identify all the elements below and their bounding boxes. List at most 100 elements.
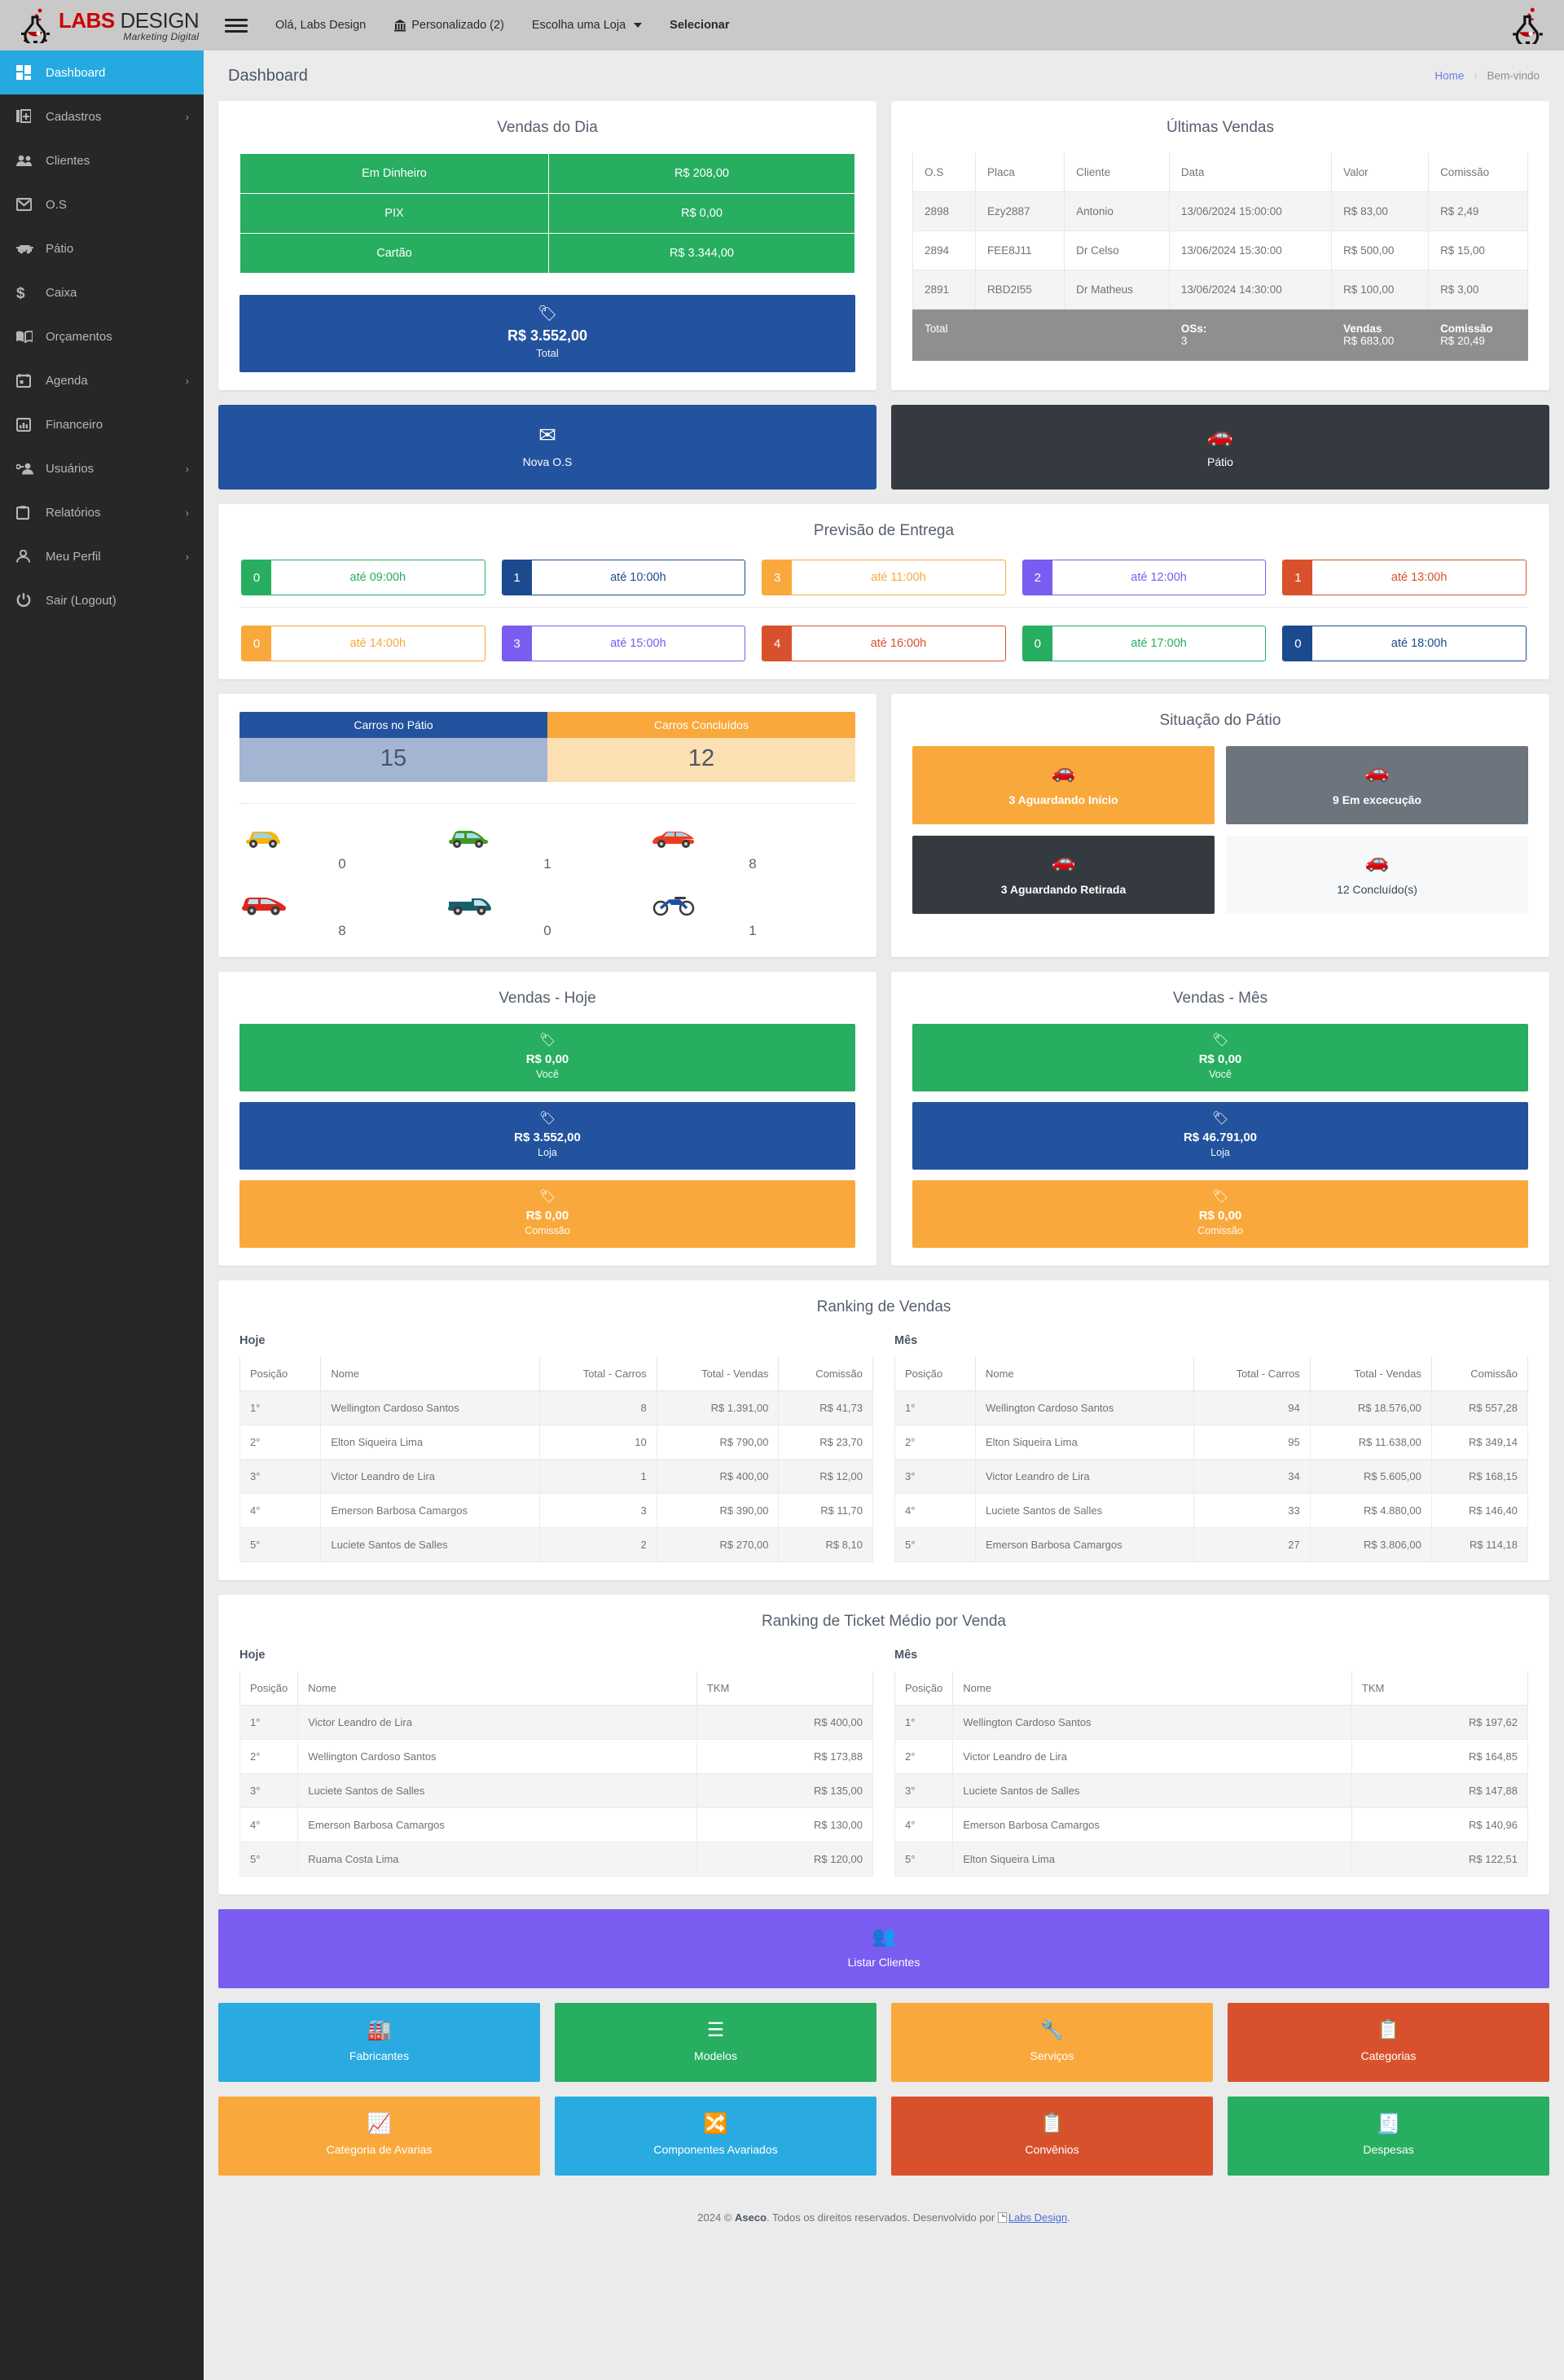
tile-convenios[interactable]: 📋 Convênios	[891, 2097, 1213, 2176]
vendas-dia-total-label: Total	[536, 347, 559, 359]
situacao-concluidos[interactable]: 🚗 12 Concluído(s)	[1226, 836, 1528, 914]
previsao-slot[interactable]: 0 até 17:00h	[1021, 626, 1267, 661]
sidebar-item-caixa[interactable]: $ Caixa	[0, 270, 204, 314]
shuffle-icon: 🔀	[703, 2113, 728, 2135]
listar-clientes-button[interactable]: 👥 Listar Clientes	[218, 1909, 1549, 1988]
tile-fabricantes[interactable]: 🏭 Fabricantes	[218, 2003, 540, 2082]
cell-carros: 94	[1193, 1390, 1311, 1425]
cell-posicao: 4°	[239, 1493, 322, 1528]
vehicle-count: 1	[749, 923, 757, 938]
cell-placa: FEE8J11	[974, 231, 1065, 270]
tile-modelos[interactable]: ☰ Modelos	[555, 2003, 876, 2082]
cell-nome: Luciete Santos de Salles	[952, 1773, 1352, 1808]
tile-servicos[interactable]: 🔧 Serviços	[891, 2003, 1213, 2082]
personalizado-button[interactable]: Personalizado (2)	[393, 19, 504, 32]
situacao-aguardando-retirada[interactable]: 🚗 3 Aguardando Retirada	[912, 836, 1215, 914]
dashboard-page: LABS DESIGN Marketing Digital Olá, Labs …	[0, 0, 1564, 2380]
selecionar-button[interactable]: Selecionar	[670, 19, 729, 32]
table-row: 2° Elton Siqueira Lima 95 R$ 11.638,00 R$ 34…	[894, 1425, 1529, 1460]
sidebar-item-cadastros[interactable]: Cadastros ›	[0, 94, 204, 138]
cell-nome: Luciete Santos de Salles	[320, 1527, 541, 1562]
patio-button[interactable]: 🚗 Pátio	[891, 405, 1549, 490]
sidebar-item-label: Relatórios	[46, 505, 101, 520]
total-vendas-label: Vendas	[1343, 323, 1382, 335]
previsao-slot[interactable]: 0 até 18:00h	[1282, 626, 1527, 661]
vehicle-item: 0	[445, 890, 650, 939]
sidebar-item-meu-perfil[interactable]: Meu Perfil ›	[0, 534, 204, 578]
tile-label: Modelos	[694, 2049, 737, 2062]
cell-posicao: 3°	[894, 1773, 954, 1808]
footer-dev-link[interactable]: Labs Design	[1008, 2211, 1067, 2224]
breadcrumb-separator: ›	[1474, 69, 1478, 82]
table-row: 5° Elton Siqueira Lima R$ 122,51	[894, 1842, 1529, 1877]
sidebar-item-clientes[interactable]: Clientes	[0, 138, 204, 182]
flask-avatar-icon[interactable]	[1510, 7, 1546, 44]
previsao-count: 3	[502, 626, 532, 661]
tile-categoria-avarias[interactable]: 📈 Categoria de Avarias	[218, 2097, 540, 2176]
tile-label: Despesas	[1363, 2143, 1414, 2156]
sidebar-item-relatorios[interactable]: Relatórios ›	[0, 490, 204, 534]
store-select[interactable]: Escolha uma Loja	[532, 19, 643, 32]
tile-componentes-avariados[interactable]: 🔀 Componentes Avariados	[555, 2097, 876, 2176]
table-header-row: Posição Nome TKM	[894, 1671, 1529, 1706]
sidebar-item-usuarios[interactable]: Usuários ›	[0, 446, 204, 490]
previsao-slot[interactable]: 1 até 10:00h	[501, 560, 746, 595]
hamburger-icon[interactable]	[225, 15, 248, 36]
copy-plus-icon	[16, 109, 41, 124]
top-nav: Olá, Labs Design Personalizado (2) Escol…	[275, 19, 730, 32]
previsao-slot[interactable]: 0 até 14:00h	[241, 626, 485, 661]
cell-vendas: R$ 4.880,00	[1309, 1493, 1432, 1528]
previsao-slot[interactable]: 4 até 16:00h	[762, 626, 1006, 661]
sidebar-item-agenda[interactable]: Agenda ›	[0, 358, 204, 402]
cell-nome: Ruama Costa Lima	[297, 1842, 697, 1877]
patio-label: Pátio	[1207, 455, 1233, 468]
previsao-slot[interactable]: 2 até 12:00h	[1021, 560, 1267, 595]
situacao-em-execucao[interactable]: 🚗 9 Em excecução	[1226, 746, 1528, 824]
cell-comissao: R$ 23,70	[778, 1425, 873, 1460]
sidebar-item-financeiro[interactable]: Financeiro	[0, 402, 204, 446]
sidebar-item-patio[interactable]: Pátio	[0, 226, 204, 270]
brand-logo[interactable]: LABS DESIGN Marketing Digital	[0, 0, 204, 50]
table-row: 4° Emerson Barbosa Camargos 3 R$ 390,00 R$ 1…	[239, 1493, 873, 1528]
total-os-value: 3	[1180, 335, 1188, 347]
situacao-label: 12 Concluído(s)	[1337, 883, 1417, 896]
previsao-slot[interactable]: 0 até 09:00h	[241, 560, 485, 595]
cell-nome: Emerson Barbosa Camargos	[320, 1493, 541, 1528]
cell-tkm: R$ 140,96	[1351, 1807, 1529, 1842]
tile-label: Componentes Avariados	[653, 2143, 778, 2156]
sidebar-item-dashboard[interactable]: Dashboard	[0, 50, 204, 94]
nova-os-button[interactable]: ✉ Nova O.S	[218, 405, 876, 490]
sidebar: Dashboard Cadastros › Clientes O.S Pátio	[0, 50, 204, 2380]
cell-comissao: R$ 15,00	[1428, 231, 1528, 270]
cell-vendas: R$ 18.576,00	[1309, 1390, 1432, 1425]
cell-nome: Emerson Barbosa Camargos	[952, 1807, 1352, 1842]
previsao-slot[interactable]: 3 até 11:00h	[762, 560, 1006, 595]
tile-despesas[interactable]: 🧾 Despesas	[1228, 2097, 1549, 2176]
previsao-slot[interactable]: 3 até 15:00h	[501, 626, 746, 661]
vendas-dia-title: Vendas do Dia	[497, 119, 598, 136]
col-data: Data	[1168, 153, 1333, 192]
previsao-slot[interactable]: 1 até 13:00h	[1282, 560, 1527, 595]
cell-nome: Elton Siqueira Lima	[952, 1842, 1352, 1877]
sidebar-item-orcamentos[interactable]: Orçamentos	[0, 314, 204, 358]
breadcrumb-home[interactable]: Home	[1434, 70, 1464, 82]
vendas-dia-label: PIX	[239, 193, 549, 234]
cell-vendas: R$ 5.605,00	[1309, 1459, 1432, 1494]
cell-comissao: R$ 41,73	[778, 1390, 873, 1425]
cell-cliente: Dr Matheus	[1064, 270, 1170, 310]
cell-comissao: R$ 12,00	[778, 1459, 873, 1494]
cell-comissao: R$ 114,18	[1430, 1527, 1529, 1562]
cell-comissao: R$ 8,10	[778, 1527, 873, 1562]
car-icon: 🚗	[1364, 850, 1390, 872]
sidebar-item-label: Caixa	[46, 285, 77, 300]
total-os-label: OSs:	[1180, 323, 1207, 335]
sidebar-item-os[interactable]: O.S	[0, 182, 204, 226]
total-comissao-label: Comissão	[1440, 323, 1493, 335]
situacao-aguardando-inicio[interactable]: 🚗 3 Aguardando Início	[912, 746, 1215, 824]
motorcycle-icon	[650, 890, 855, 916]
tile-categorias[interactable]: 📋 Categorias	[1228, 2003, 1549, 2082]
previsao-label: até 12:00h	[1131, 571, 1187, 584]
sidebar-item-logout[interactable]: Sair (Logout)	[0, 578, 204, 622]
ranking-sub: Mês	[894, 1334, 918, 1347]
carros-patio-header: Carros no Pátio 15 Carros Concluídos 12	[239, 712, 855, 782]
